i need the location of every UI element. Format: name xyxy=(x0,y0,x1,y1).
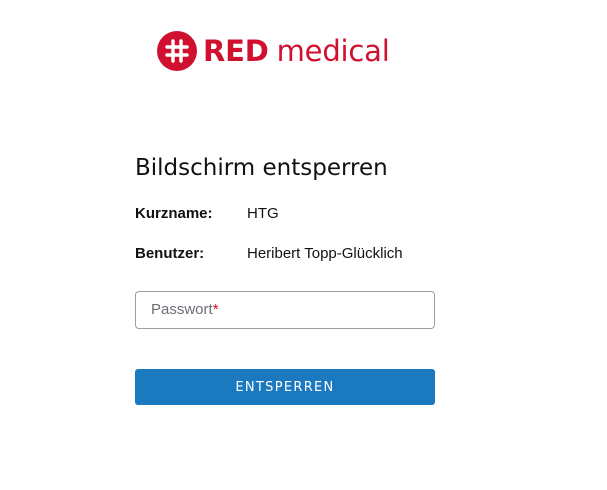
logo-wordmark: RED medical xyxy=(203,30,390,72)
unlock-screen-form: Bildschirm entsperren Kurzname: HTG Benu… xyxy=(135,152,435,405)
red-medical-logo: RED medical xyxy=(157,30,390,72)
short-name-row: Kurzname: HTG xyxy=(135,205,279,222)
password-field: Passwort* xyxy=(135,291,435,329)
password-input[interactable] xyxy=(136,292,434,328)
page-title: Bildschirm entsperren xyxy=(135,155,388,181)
logo-product: medical xyxy=(276,34,390,68)
short-name-value: HTG xyxy=(247,205,279,222)
hash-icon xyxy=(157,31,197,71)
user-row: Benutzer: Heribert Topp-Glücklich xyxy=(135,245,403,262)
logo-brand: RED xyxy=(203,34,269,68)
short-name-label: Kurzname: xyxy=(135,205,213,222)
user-label: Benutzer: xyxy=(135,245,205,262)
user-value: Heribert Topp-Glücklich xyxy=(247,245,403,262)
unlock-button[interactable]: ENTSPERREN xyxy=(135,369,435,405)
